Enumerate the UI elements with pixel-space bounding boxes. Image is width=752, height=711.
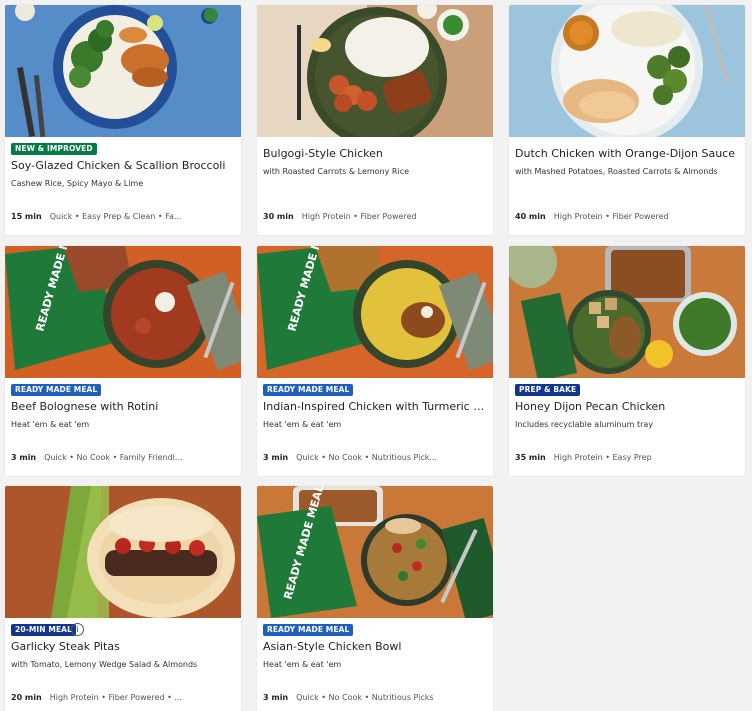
recipe-details: READY MADE MEAL Asian-Style Chicken Bowl… [257,618,493,711]
recipe-tags: Quick • No Cook • Nutritious Pick... [296,453,438,462]
recipe-card[interactable]: 20-MIN MEAL i Garlicky Steak Pitas with … [5,486,241,711]
prep-time: 30 min [263,212,294,221]
recipe-subtitle: Includes recyclable aluminum tray [515,420,654,429]
recipe-meta: 30 min High Protein • Fiber Powered [263,212,487,221]
prep-time: 40 min [515,212,546,221]
recipe-tags: Quick • No Cook • Nutritious Picks [296,693,434,702]
recipe-meta: 3 min Quick • No Cook • Nutritious Pick..… [263,453,487,462]
recipe-badge: READY MADE MEAL [11,384,102,396]
recipe-tags: High Protein • Fiber Powered • ... [49,693,182,702]
recipe-card[interactable]: Dutch Chicken with Orange-Dijon Sauce wi… [509,5,745,235]
recipe-title[interactable]: Honey Dijon Pecan Chicken [515,400,739,414]
recipe-details: PREP & BAKE Honey Dijon Pecan Chicken In… [509,378,745,476]
recipe-meta: 15 min Quick • Easy Prep & Clean • Fa... [11,212,235,221]
prep-time: 20 min [11,693,42,702]
recipe-subtitle: with Roasted Carrots & Lemony Rice [263,167,410,176]
recipe-details: Bulgogi-Style Chicken with Roasted Carro… [257,137,493,235]
prep-time: 3 min [263,693,289,702]
recipe-title[interactable]: Indian-Inspired Chicken with Turmeric R.… [263,400,487,414]
recipe-badge: READY MADE MEAL [263,384,354,396]
recipe-subtitle: Heat 'em & eat 'em [263,660,342,669]
recipe-photo[interactable]: READY MADE MEALS [5,246,241,378]
recipe-photo[interactable]: READY MADE MEALS [257,486,493,618]
recipe-title[interactable]: Beef Bolognese with Rotini [11,400,235,414]
recipe-card[interactable]: READY MADE MEALS READY MADE MEAL Indian-… [257,246,493,476]
recipe-card[interactable]: PREP & BAKE Honey Dijon Pecan Chicken In… [509,246,745,476]
recipe-tags: Quick • Easy Prep & Clean • Fa... [49,212,182,221]
recipe-details: 20-MIN MEAL i Garlicky Steak Pitas with … [5,618,241,711]
recipe-tags: High Protein • Fiber Powered [301,212,417,221]
prep-time: 15 min [11,212,42,221]
recipe-details: NEW & IMPROVED Soy-Glazed Chicken & Scal… [5,137,241,235]
recipe-details: Dutch Chicken with Orange-Dijon Sauce wi… [509,137,745,235]
prep-time: 35 min [515,453,546,462]
recipe-card[interactable]: READY MADE MEALS READY MADE MEAL Asian-S… [257,486,493,711]
recipe-details: READY MADE MEAL Beef Bolognese with Roti… [5,378,241,476]
recipe-card[interactable]: Bulgogi-Style Chicken with Roasted Carro… [257,5,493,235]
recipe-meta: 40 min High Protein • Fiber Powered [515,212,739,221]
recipe-photo[interactable]: READY MADE MEALS [257,246,493,378]
recipe-meta: 3 min Quick • No Cook • Nutritious Picks [263,693,487,702]
recipe-subtitle: Heat 'em & eat 'em [263,420,342,429]
info-icon[interactable]: i [71,623,84,636]
recipe-badge: NEW & IMPROVED [11,143,97,155]
recipe-badge: 20-MIN MEAL [11,624,76,636]
recipe-tags: High Protein • Easy Prep [553,453,652,462]
prep-time: 3 min [11,453,37,462]
recipe-badge: PREP & BAKE [515,384,581,396]
recipe-subtitle: Cashew Rice, Spicy Mayo & Lime [11,179,144,188]
recipe-subtitle: with Tomato, Lemony Wedge Salad & Almond… [11,660,198,669]
recipe-meta: 20 min High Protein • Fiber Powered • ... [11,693,235,702]
recipe-subtitle: Heat 'em & eat 'em [11,420,90,429]
recipe-photo[interactable] [5,486,241,618]
recipe-card[interactable]: NEW & IMPROVED Soy-Glazed Chicken & Scal… [5,5,241,235]
recipe-details: READY MADE MEAL Indian-Inspired Chicken … [257,378,493,476]
recipe-photo[interactable] [509,5,745,137]
recipe-subtitle: with Mashed Potatoes, Roasted Carrots & … [515,167,718,176]
recipe-photo[interactable] [509,246,745,378]
recipe-card[interactable]: READY MADE MEALS READY MADE MEAL Beef Bo… [5,246,241,476]
recipe-title[interactable]: Garlicky Steak Pitas [11,640,235,654]
recipe-meta: 3 min Quick • No Cook • Family Friendl... [11,453,235,462]
recipe-title[interactable]: Soy-Glazed Chicken & Scallion Broccoli [11,159,235,173]
recipe-title[interactable]: Bulgogi-Style Chicken [263,147,487,161]
recipe-meta: 35 min High Protein • Easy Prep [515,453,739,462]
recipe-tags: High Protein • Fiber Powered [553,212,669,221]
recipe-badge: READY MADE MEAL [263,624,354,636]
recipe-tags: Quick • No Cook • Family Friendl... [44,453,183,462]
recipe-photo[interactable] [5,5,241,137]
prep-time: 3 min [263,453,289,462]
recipe-title[interactable]: Dutch Chicken with Orange-Dijon Sauce [515,147,739,161]
recipe-title[interactable]: Asian-Style Chicken Bowl [263,640,487,654]
recipe-photo[interactable] [257,5,493,137]
